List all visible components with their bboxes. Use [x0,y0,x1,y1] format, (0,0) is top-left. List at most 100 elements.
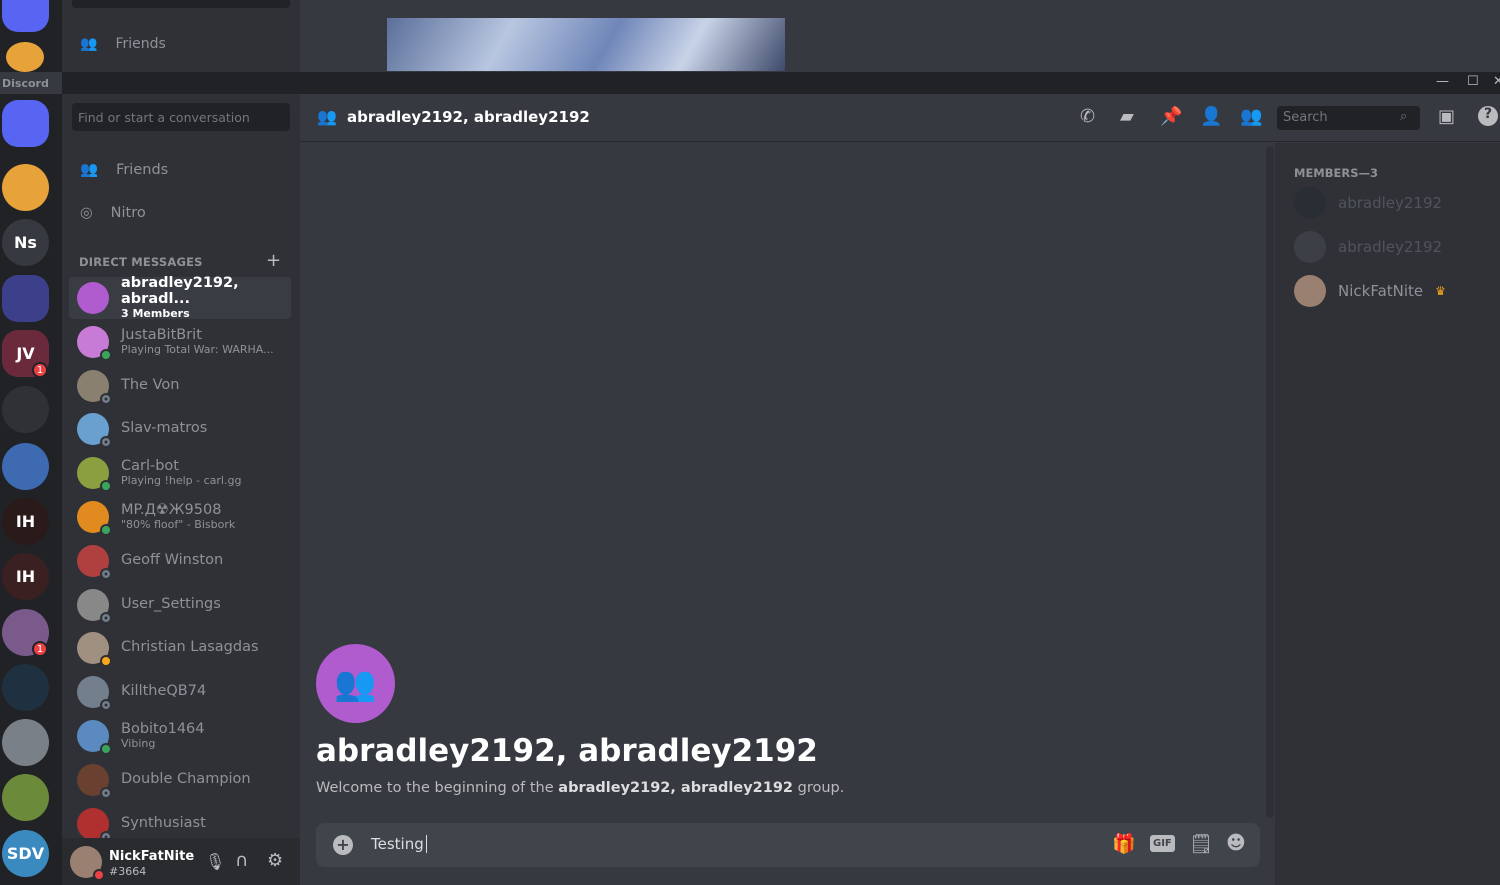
group-avatar: 👥 [316,644,395,723]
search-input[interactable]: Search [1277,106,1420,130]
create-dm-button[interactable]: + [266,250,281,271]
server-label: IH [15,512,36,531]
start-video-call-icon[interactable]: ▰ [1120,106,1134,127]
dm-item[interactable]: Carl-bot Playing !help - carl.gg [69,452,291,494]
member-item[interactable]: abradley2192 [1294,231,1442,263]
dm-subtitle: "80% floof" - Bisbork [121,517,236,531]
user-avatar[interactable] [70,846,105,881]
village-server-icon[interactable] [2,774,49,821]
message-input[interactable]: Testing [371,835,427,853]
sticker-icon[interactable]: 🗒 [1189,832,1213,855]
maximize-button[interactable]: ☐ [1467,74,1479,89]
dm-name: Christian Lasagdas [121,639,259,656]
dm-item[interactable]: Geoff Winston [69,540,291,582]
dm-item[interactable]: Slav-matros [69,408,291,450]
dm-avatar [77,282,109,314]
server-rail [0,94,62,885]
mention-badge: 1 [32,362,48,378]
dm-subtitle: Playing Total War: WARHA... [121,342,274,356]
dm-item[interactable]: KilltheQB74 [69,671,291,713]
status-on-icon [100,348,112,361]
close-button[interactable]: ✕ [1493,74,1500,89]
dm-name: abradley2192, abradl... [121,275,239,307]
members-header: MEMBERS—3 [1294,166,1379,180]
group-dm-icon: 👥 [317,107,337,126]
status-on-icon [100,524,112,536]
nav-nitro[interactable]: ◎ Nitro [80,205,146,221]
gold-server-icon[interactable] [2,443,49,490]
status-idle-icon [100,655,112,668]
dm-item[interactable]: Double Champion [69,759,291,801]
nitro-icon: ◎ [80,205,93,221]
nick-fat-nite-server-icon [6,42,44,72]
server-label: JV [16,344,35,363]
status-on-icon [100,743,112,755]
server-13[interactable]: SDV [2,830,49,877]
settings-gear-icon[interactable]: ⚙ [267,850,283,871]
server-label: IH [15,567,36,586]
discord-home-icon[interactable] [2,100,49,147]
inbox-icon[interactable]: ▣ [1438,106,1455,127]
dm-name: MP.Д☢Ж9508 [121,501,222,518]
minimize-button[interactable]: — [1436,74,1449,89]
status-off-icon [100,392,112,405]
member-item[interactable]: abradley2192 [1294,187,1442,219]
gif-icon[interactable]: GIF [1150,835,1175,852]
dnd-status-icon [93,869,105,881]
dm-item[interactable]: Bobito1464 Vibing [69,715,291,757]
member-item[interactable]: NickFatNite ♛ [1294,275,1446,307]
dm-header: DIRECT MESSAGES [79,255,203,269]
member-avatar [1294,231,1326,263]
shield-server-icon[interactable] [2,719,49,766]
chat-title: abradley2192, abradley2192 [316,733,818,769]
status-off-icon [100,567,112,580]
add-friends-to-dm-icon[interactable]: 👤 [1200,106,1222,127]
dm-subtitle: 3 Members [121,306,190,320]
pinned-messages-icon[interactable]: 📌 [1160,106,1182,127]
user-tag: #3664 [109,865,147,878]
dm-name: Synthusiast [121,814,206,831]
microphone-icon[interactable]: 🎙 [205,852,225,871]
dm-avatar [77,369,112,405]
gift-icon[interactable]: 🎁 [1112,832,1136,855]
server-7[interactable]: IH [2,498,49,545]
dm-name: KilltheQB74 [121,683,207,700]
server-8[interactable]: IH [2,553,49,600]
attach-plus-icon[interactable]: + [333,835,353,855]
headphones-icon[interactable]: ∩ [235,850,248,871]
dm-name: Bobito1464 [121,720,205,737]
background-server-rail [0,0,62,72]
swoosh-server-icon[interactable] [2,664,49,711]
dm-subtitle: Playing !help - carl.gg [121,474,242,488]
server-label: Ns [14,233,37,252]
chat-scrollbar[interactable] [1266,146,1274,818]
discord-home-icon [2,0,49,32]
nav-friends[interactable]: 👥 Friends [80,161,168,179]
server-2[interactable]: Ns [2,219,49,266]
dm-avatar [77,807,112,843]
dm-item[interactable]: The Von [69,365,291,407]
dm-item[interactable]: abradley2192, abradl... 3 Members [69,275,291,320]
friends-icon: 👥 [80,162,99,178]
folder-icon[interactable] [2,386,49,433]
start-voice-call-icon[interactable]: ✆ [1080,106,1095,127]
member-list-icon[interactable]: 👥 [1240,106,1262,127]
dm-avatar [77,544,112,580]
member-name: abradley2192 [1338,194,1443,212]
dm-item[interactable]: Christian Lasagdas [69,627,291,669]
server-folder-icon[interactable] [2,275,49,322]
owner-crown-icon: ♛ [1435,284,1446,298]
emoji-icon[interactable]: ☻ [1226,832,1246,854]
find-conversation-input[interactable]: Find or start a conversation [72,103,290,131]
help-icon[interactable]: ? [1478,106,1498,126]
member-avatar [1294,187,1326,219]
nick-fat-nite-server-icon[interactable] [2,164,49,211]
dm-item[interactable]: User_Settings [69,584,291,626]
dm-avatar [77,632,112,668]
title-bar [62,72,1500,94]
dm-item[interactable]: MP.Д☢Ж9508 "80% floof" - Bisbork [69,496,291,538]
dm-avatar [77,763,112,799]
dm-item[interactable]: JustaBitBrit Playing Total War: WARHA... [69,321,291,363]
dm-name: Slav-matros [121,420,208,437]
dm-name: Carl-bot [121,458,179,475]
